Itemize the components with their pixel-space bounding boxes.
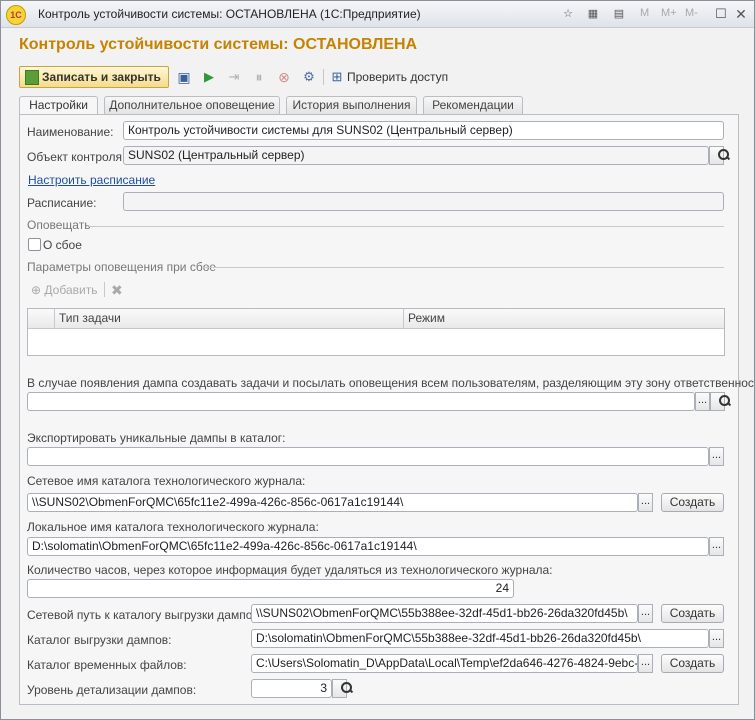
create-tasks-select-button[interactable]: ... (695, 392, 710, 411)
net-dump-input[interactable]: \\SUNS02\ObmenForQMC\55b388ee-32df-45d1-… (251, 604, 638, 623)
column-task-type[interactable]: Тип задачи (54, 309, 403, 328)
dump-dir-select-button[interactable]: ... (709, 629, 724, 648)
search-icon (718, 393, 731, 409)
local-log-label: Локальное имя каталога технологического … (27, 520, 319, 534)
add-button[interactable]: ⊕ Добавить (31, 283, 97, 297)
local-log-select-button[interactable]: ... (709, 537, 724, 556)
save-close-icon (25, 70, 39, 85)
maximize-icon[interactable]: ☐ (712, 5, 730, 23)
memory-button-m[interactable]: M (640, 7, 649, 19)
detail-level-input[interactable]: 3 (251, 679, 332, 698)
schedule-input (123, 192, 724, 211)
tab-recommendations[interactable]: Рекомендации (423, 96, 523, 114)
tab-additional-notification[interactable]: Дополнительное оповещение (104, 96, 280, 114)
temp-dir-select-button[interactable]: ... (638, 654, 653, 673)
failure-params-divider (203, 267, 724, 268)
notify-group-title: Оповещать (27, 218, 91, 232)
on-failure-label: О сбое (43, 238, 82, 252)
notify-divider (89, 226, 724, 227)
search-icon (717, 147, 730, 163)
export-select-button[interactable]: ... (709, 447, 724, 466)
tab-settings[interactable]: Настройки (19, 96, 98, 115)
add-separator (104, 282, 105, 297)
calendar-icon[interactable]: ▤ (610, 5, 628, 23)
save-and-close-label: Записать и закрыть (42, 70, 161, 84)
calculator-icon[interactable]: ▦ (584, 5, 602, 23)
temp-dir-label: Каталог временных файлов: (27, 658, 187, 672)
pause-icon[interactable]: ⏸ (251, 69, 267, 85)
table-header: Тип задачи Режим (28, 309, 724, 329)
app-window: 1С Контроль устойчивости системы: ОСТАНО… (0, 0, 755, 720)
local-log-input[interactable]: D:\solomatin\ObmenForQMC\65fc11e2-499a-4… (27, 537, 709, 556)
net-dump-create-button[interactable]: Создать (661, 604, 724, 623)
search-icon (340, 680, 353, 696)
stop-icon[interactable]: ⊗ (276, 69, 292, 85)
settings-icon[interactable]: ⚙ (301, 69, 317, 85)
create-tasks-label: В случае появления дампа создавать задач… (27, 376, 755, 390)
net-dump-select-button[interactable]: ... (638, 604, 653, 623)
app-logo-icon[interactable]: 1С (6, 5, 26, 25)
net-dump-label: Сетевой путь к каталогу выгрузки дампов … (27, 608, 266, 622)
form-heading: Контроль устойчивости системы: ОСТАНОВЛЕ… (19, 36, 418, 53)
object-label: Объект контроля: (27, 150, 126, 164)
run-icon[interactable]: ▶ (201, 69, 217, 85)
memory-button-mplus[interactable]: M+ (661, 7, 677, 19)
step-icon[interactable]: ⇥ (226, 69, 242, 85)
window-title: Контроль устойчивости системы: ОСТАНОВЛЕ… (38, 7, 421, 21)
notification-table[interactable]: Тип задачи Режим (27, 308, 725, 356)
column-mode[interactable]: Режим (403, 309, 724, 328)
temp-dir-create-button[interactable]: Создать (661, 654, 724, 673)
add-icon: ⊕ (31, 283, 42, 297)
export-input[interactable] (27, 447, 709, 466)
create-tasks-input[interactable] (27, 392, 695, 411)
net-log-input[interactable]: \\SUNS02\ObmenForQMC\65fc11e2-499a-426c-… (27, 493, 638, 512)
net-log-label: Сетевое имя каталога технологического жу… (27, 474, 306, 488)
hours-input[interactable]: 24 (27, 579, 514, 598)
toolbar-separator (323, 69, 324, 85)
temp-dir-input[interactable]: C:\Users\Solomatin_D\AppData\Local\Temp\… (251, 654, 638, 673)
dump-dir-label: Каталог выгрузки дампов: (27, 633, 172, 647)
net-log-select-button[interactable]: ... (638, 493, 653, 512)
dump-dir-input[interactable]: D:\solomatin\ObmenForQMC\55b388ee-32df-4… (251, 629, 709, 648)
hours-label: Количество часов, через которое информац… (27, 563, 553, 577)
schedule-label: Расписание: (27, 196, 97, 210)
save-icon[interactable]: ▣ (176, 69, 192, 85)
add-label: Добавить (44, 283, 98, 297)
delete-icon[interactable]: ✖ (111, 282, 123, 299)
export-label: Экспортировать уникальные дампы в катало… (27, 431, 286, 445)
check-access-button[interactable]: Проверить доступ (347, 70, 448, 84)
object-input[interactable]: SUNS02 (Центральный сервер) (123, 146, 709, 165)
tab-execution-history[interactable]: История выполнения (286, 96, 417, 114)
net-log-create-button[interactable]: Создать (661, 493, 724, 512)
configure-schedule-link[interactable]: Настроить расписание (28, 173, 155, 187)
detail-level-search-button[interactable] (332, 679, 352, 698)
on-failure-checkbox[interactable] (28, 238, 41, 251)
create-tasks-search-button[interactable] (710, 392, 730, 411)
check-access-icon[interactable]: ⊞ (329, 69, 345, 85)
name-input[interactable]: Контроль устойчивости системы для SUNS02… (123, 121, 724, 140)
table-header-marker (28, 309, 54, 328)
save-and-close-button[interactable]: Записать и закрыть (19, 66, 169, 88)
failure-params-title: Параметры оповещения при сбое (27, 260, 217, 274)
favorites-icon[interactable]: ☆ (559, 5, 577, 23)
title-bar: 1С Контроль устойчивости системы: ОСТАНО… (1, 1, 754, 28)
detail-level-label: Уровень детализации дампов: (27, 683, 197, 697)
close-icon[interactable]: ✕ (732, 5, 750, 23)
memory-button-mminus[interactable]: M- (685, 7, 698, 19)
object-search-button[interactable] (709, 146, 729, 165)
name-label: Наименование: (27, 125, 114, 139)
